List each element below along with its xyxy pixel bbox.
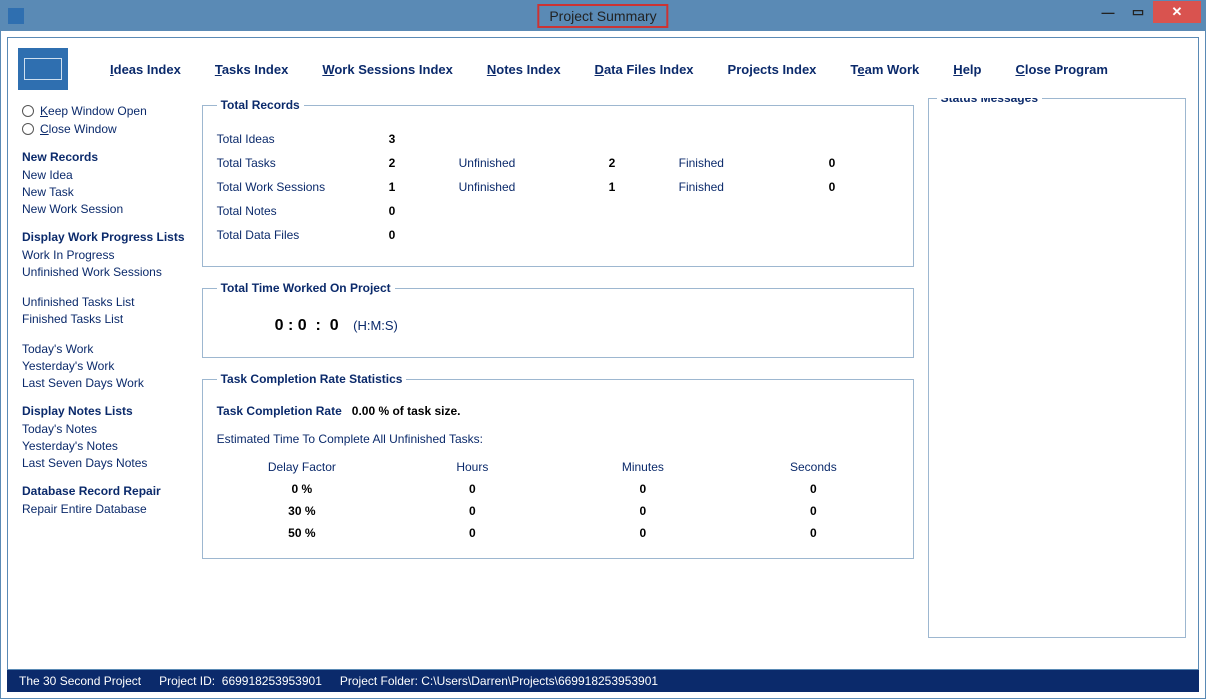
- todays-work-link[interactable]: Today's Work: [22, 342, 190, 356]
- tcr-rate-label: Task Completion Rate: [217, 404, 342, 418]
- eta-table: Delay Factor Hours Minutes Seconds 0 % 0…: [217, 456, 899, 544]
- total-ideas-label: Total Ideas: [217, 132, 389, 146]
- content-area: Ideas Index Tasks Index Work Sessions In…: [7, 37, 1199, 670]
- eta-row: 30 % 0 0 0: [217, 500, 899, 522]
- ws-finished-value: 0: [829, 180, 899, 194]
- total-records-legend: Total Records: [217, 98, 304, 112]
- title-bar: Project Summary — ▭ ✕: [1, 1, 1205, 31]
- eta-row: 0 % 0 0 0: [217, 478, 899, 500]
- app-logo: [18, 48, 68, 90]
- menu-notes-index[interactable]: Notes Index: [487, 62, 561, 77]
- unfinished-work-sessions-link[interactable]: Unfinished Work Sessions: [22, 265, 190, 279]
- menu-projects-index[interactable]: Projects Index: [728, 62, 817, 77]
- tasks-unfinished-label: Unfinished: [459, 156, 609, 170]
- ws-unfinished-value: 1: [609, 180, 679, 194]
- new-records-header: New Records: [22, 150, 190, 164]
- close-button[interactable]: ✕: [1153, 1, 1201, 23]
- ws-unfinished-label: Unfinished: [459, 180, 609, 194]
- last-seven-days-work-link[interactable]: Last Seven Days Work: [22, 376, 190, 390]
- radio-icon: [22, 123, 34, 135]
- tcr-box: Task Completion Rate Statistics Task Com…: [202, 372, 914, 559]
- total-tasks-label: Total Tasks: [217, 156, 389, 170]
- menu-data-files-index[interactable]: Data Files Index: [595, 62, 694, 77]
- center-panel: Total Records Total Ideas 3 Total Tasks …: [202, 98, 920, 659]
- eta-row: 50 % 0 0 0: [217, 522, 899, 544]
- col-seconds: Seconds: [728, 456, 899, 478]
- menu-team-work[interactable]: Team Work: [850, 62, 919, 77]
- window-title: Project Summary: [537, 4, 668, 28]
- total-time-legend: Total Time Worked On Project: [217, 281, 395, 295]
- tasks-finished-label: Finished: [679, 156, 829, 170]
- ws-finished-label: Finished: [679, 180, 829, 194]
- total-records-box: Total Records Total Ideas 3 Total Tasks …: [202, 98, 914, 267]
- left-panel: Keep Window Open Close Window New Record…: [18, 98, 194, 659]
- status-messages-legend: Status Messages: [937, 98, 1042, 105]
- total-ideas-value: 3: [389, 132, 459, 146]
- app-icon: [7, 7, 25, 25]
- unfinished-tasks-list-link[interactable]: Unfinished Tasks List: [22, 295, 190, 309]
- total-notes-value: 0: [389, 204, 459, 218]
- work-in-progress-link[interactable]: Work In Progress: [22, 248, 190, 262]
- window-controls: — ▭ ✕: [1093, 1, 1201, 23]
- total-data-files-label: Total Data Files: [217, 228, 389, 242]
- display-progress-header: Display Work Progress Lists: [22, 230, 190, 244]
- todays-notes-link[interactable]: Today's Notes: [22, 422, 190, 436]
- new-work-session-link[interactable]: New Work Session: [22, 202, 190, 216]
- total-time-box: Total Time Worked On Project 0 : 0 : 0 (…: [202, 281, 914, 358]
- new-task-link[interactable]: New Task: [22, 185, 190, 199]
- total-time-value: 0 : 0 : 0 (H:M:S): [217, 305, 899, 343]
- minimize-button[interactable]: —: [1093, 1, 1123, 23]
- menu-help[interactable]: Help: [953, 62, 981, 77]
- footer-title: The 30 Second Project: [19, 674, 141, 688]
- db-repair-header: Database Record Repair: [22, 484, 190, 498]
- yesterdays-notes-link[interactable]: Yesterday's Notes: [22, 439, 190, 453]
- total-data-files-value: 0: [389, 228, 459, 242]
- status-bar: The 30 Second Project Project ID: 669918…: [7, 670, 1199, 692]
- app-window: Project Summary — ▭ ✕ Ideas Index Tasks …: [0, 0, 1206, 699]
- right-panel: Status Messages: [928, 98, 1186, 659]
- total-notes-label: Total Notes: [217, 204, 389, 218]
- total-tasks-value: 2: [389, 156, 459, 170]
- col-minutes: Minutes: [558, 456, 729, 478]
- menu-close-program[interactable]: Close Program: [1015, 62, 1107, 77]
- radio-icon: [22, 105, 34, 117]
- footer-project-folder: Project Folder: C:\Users\Darren\Projects…: [340, 674, 658, 688]
- body-row: Keep Window Open Close Window New Record…: [18, 98, 1186, 659]
- maximize-button[interactable]: ▭: [1123, 1, 1153, 23]
- last-seven-days-notes-link[interactable]: Last Seven Days Notes: [22, 456, 190, 470]
- total-ws-label: Total Work Sessions: [217, 180, 389, 194]
- total-ws-value: 1: [389, 180, 459, 194]
- keep-window-open-radio[interactable]: Keep Window Open: [22, 104, 190, 118]
- menu-work-sessions-index[interactable]: Work Sessions Index: [322, 62, 453, 77]
- tcr-legend: Task Completion Rate Statistics: [217, 372, 407, 386]
- menu-tasks-index[interactable]: Tasks Index: [215, 62, 288, 77]
- tasks-finished-value: 0: [829, 156, 899, 170]
- footer-project-id: Project ID: 669918253953901: [159, 674, 322, 688]
- col-delay-factor: Delay Factor: [217, 456, 388, 478]
- tcr-rate-value: 0.00 % of task size.: [352, 404, 461, 418]
- yesterdays-work-link[interactable]: Yesterday's Work: [22, 359, 190, 373]
- client-area: Ideas Index Tasks Index Work Sessions In…: [1, 31, 1205, 698]
- repair-entire-database-link[interactable]: Repair Entire Database: [22, 502, 190, 516]
- tcr-eta-label: Estimated Time To Complete All Unfinishe…: [217, 432, 899, 446]
- display-notes-header: Display Notes Lists: [22, 404, 190, 418]
- finished-tasks-list-link[interactable]: Finished Tasks List: [22, 312, 190, 326]
- menubar: Ideas Index Tasks Index Work Sessions In…: [18, 48, 1186, 90]
- tasks-unfinished-value: 2: [609, 156, 679, 170]
- col-hours: Hours: [387, 456, 558, 478]
- status-messages-box: Status Messages: [928, 98, 1186, 638]
- new-idea-link[interactable]: New Idea: [22, 168, 190, 182]
- close-window-radio[interactable]: Close Window: [22, 122, 190, 136]
- menu-ideas-index[interactable]: Ideas Index: [110, 62, 181, 77]
